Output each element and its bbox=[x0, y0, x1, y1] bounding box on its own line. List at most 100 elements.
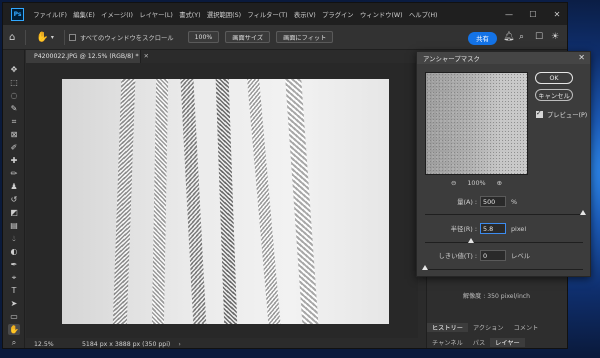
rope-strand bbox=[284, 79, 320, 324]
tab-layers[interactable]: レイヤー bbox=[490, 338, 525, 347]
path-select-tool-icon[interactable]: ➤ bbox=[8, 298, 20, 309]
radius-input[interactable] bbox=[480, 223, 506, 234]
pen-anchor-tool-icon[interactable]: ⌖ bbox=[8, 272, 20, 283]
menu-image[interactable]: イメージ(I) bbox=[98, 10, 136, 19]
tab-comments[interactable]: コメント bbox=[509, 323, 544, 332]
status-document-info: 5184 px x 3888 px (350 ppi) bbox=[82, 340, 171, 348]
gradient-tool-icon[interactable]: ▤ bbox=[8, 220, 20, 231]
threshold-input[interactable] bbox=[480, 250, 506, 261]
ok-button[interactable]: OK bbox=[535, 72, 573, 84]
fill-screen-button[interactable]: 画面にフィット bbox=[276, 31, 334, 43]
menu-filter[interactable]: フィルター(T) bbox=[244, 10, 291, 19]
menu-window[interactable]: ウィンドウ(W) bbox=[357, 10, 406, 19]
status-bar: 12.5% 5184 px x 3888 px (350 ppi) › bbox=[26, 338, 426, 348]
radius-row: 半径(R) : pixel bbox=[417, 223, 592, 234]
rope-strand bbox=[246, 79, 282, 324]
rope-strand bbox=[215, 79, 238, 324]
blur-tool-icon[interactable]: 💧︎ bbox=[8, 233, 20, 244]
threshold-slider-thumb[interactable] bbox=[422, 265, 428, 270]
panel-tabs-layers: チャンネル パス レイヤー bbox=[427, 338, 525, 347]
lightbulb-icon[interactable]: ☀ bbox=[551, 32, 559, 42]
menu-type[interactable]: 書式(Y) bbox=[176, 10, 204, 19]
type-tool-icon[interactable]: T bbox=[8, 285, 20, 296]
hand-tool-icon[interactable]: ✋ bbox=[8, 324, 20, 335]
brush-tool-icon[interactable]: ✏ bbox=[8, 168, 20, 179]
status-menu-arrow-icon[interactable]: › bbox=[178, 341, 180, 348]
amount-slider[interactable] bbox=[425, 214, 583, 215]
menu-view[interactable]: 表示(V) bbox=[291, 10, 319, 19]
menu-layer[interactable]: レイヤー(L) bbox=[136, 10, 176, 19]
preview-checkbox-row[interactable]: プレビュー(P) bbox=[536, 109, 588, 119]
move-tool-icon[interactable]: ✥ bbox=[8, 64, 20, 75]
preview-noise-texture bbox=[426, 73, 527, 174]
photoshop-logo-icon: Ps bbox=[11, 7, 24, 21]
hand-tool-icon[interactable]: ✋ bbox=[36, 32, 48, 43]
healing-brush-tool-icon[interactable]: ✚ bbox=[8, 155, 20, 166]
close-tab-icon[interactable]: ✕ bbox=[144, 53, 149, 60]
preview-checkbox[interactable] bbox=[536, 109, 543, 118]
document-tab[interactable]: P4200022.JPG @ 12.5% (RGB/8) * ✕ bbox=[26, 50, 149, 63]
canvas-area[interactable] bbox=[26, 63, 418, 338]
menu-select[interactable]: 選択範囲(S) bbox=[204, 10, 244, 19]
tab-actions[interactable]: アクション bbox=[468, 323, 509, 332]
bell-icon[interactable]: 🔔︎ bbox=[503, 32, 514, 42]
scroll-all-checkbox[interactable] bbox=[68, 33, 76, 41]
menu-edit[interactable]: 編集(E) bbox=[70, 10, 98, 19]
amount-unit: % bbox=[511, 197, 518, 206]
home-icon[interactable]: ⌂ bbox=[9, 32, 15, 43]
properties-panel: 解像度 : 350 pixel/inch ヒストリー アクション コメント チャ… bbox=[426, 265, 567, 348]
share-button[interactable]: 共有 bbox=[468, 32, 497, 45]
preview-zoom-level: 100% bbox=[467, 179, 486, 187]
fit-screen-button[interactable]: 画面サイズ bbox=[225, 31, 271, 43]
resolution-text: 解像度 : 350 pixel/inch bbox=[463, 293, 531, 300]
radius-slider-thumb[interactable] bbox=[467, 238, 474, 243]
menu-help[interactable]: ヘルプ(H) bbox=[406, 10, 441, 19]
eyedropper-tool-icon[interactable]: ✐ bbox=[8, 142, 20, 153]
amount-slider-thumb[interactable] bbox=[580, 210, 586, 215]
panel-tabs-history: ヒストリー アクション コメント bbox=[427, 323, 543, 332]
history-brush-tool-icon[interactable]: ↺ bbox=[8, 194, 20, 205]
workspace-icon[interactable]: ☐ bbox=[535, 32, 543, 42]
quick-select-tool-icon[interactable]: ✎ bbox=[8, 103, 20, 114]
maximize-button[interactable]: ☐ bbox=[521, 3, 545, 25]
tab-channels[interactable]: チャンネル bbox=[427, 338, 468, 347]
zoom-in-icon[interactable]: ⊕ bbox=[497, 179, 502, 187]
dialog-title: アンシャープマスク bbox=[423, 54, 480, 63]
clone-stamp-tool-icon[interactable]: ♟ bbox=[8, 181, 20, 192]
zoom-out-icon[interactable]: ⊖ bbox=[451, 179, 456, 187]
radius-slider[interactable] bbox=[425, 242, 583, 243]
zoom-tool-icon[interactable]: ⌕ bbox=[8, 337, 20, 348]
rectangle-tool-icon[interactable]: ▭ bbox=[8, 311, 20, 322]
crop-tool-icon[interactable]: ⌗ bbox=[8, 116, 20, 127]
menu-file[interactable]: ファイル(F) bbox=[30, 10, 70, 19]
amount-label: 量(A) : bbox=[457, 198, 477, 206]
rope-strand bbox=[151, 79, 169, 324]
marquee-tool-icon[interactable]: ⬚ bbox=[8, 77, 20, 88]
eraser-tool-icon[interactable]: ◩ bbox=[8, 207, 20, 218]
status-zoom-level[interactable]: 12.5% bbox=[34, 341, 62, 348]
pen-tool-icon[interactable]: ✒ bbox=[8, 259, 20, 270]
dialog-close-icon[interactable]: ✕ bbox=[578, 53, 585, 62]
tab-paths[interactable]: パス bbox=[468, 338, 490, 347]
zoom-100-button[interactable]: 100% bbox=[187, 31, 220, 43]
document-tab-title: P4200022.JPG @ 12.5% (RGB/8) * bbox=[34, 53, 139, 60]
search-icon[interactable]: ⌕ bbox=[519, 32, 524, 42]
close-button[interactable]: ✕ bbox=[545, 3, 567, 25]
lasso-tool-icon[interactable]: ◌ bbox=[8, 90, 20, 101]
threshold-unit: レベル bbox=[511, 252, 531, 260]
frame-tool-icon[interactable]: ⊠ bbox=[8, 129, 20, 140]
tool-preset-dropdown-icon[interactable]: ▾ bbox=[51, 34, 54, 41]
unsharp-mask-dialog: アンシャープマスク ✕ ⊖ 100% ⊕ OK キャンセル プレビュー(P) 量… bbox=[416, 51, 591, 277]
radius-unit: pixel bbox=[511, 224, 527, 233]
minimize-button[interactable]: — bbox=[497, 3, 521, 25]
dialog-title-bar[interactable]: アンシャープマスク ✕ bbox=[417, 52, 590, 64]
threshold-slider[interactable] bbox=[425, 269, 583, 270]
tab-history[interactable]: ヒストリー bbox=[427, 323, 468, 332]
menu-plugins[interactable]: プラグイン bbox=[319, 10, 357, 19]
amount-row: 量(A) : % bbox=[417, 196, 592, 207]
cancel-button[interactable]: キャンセル bbox=[535, 89, 573, 101]
amount-input[interactable] bbox=[480, 196, 506, 207]
preview-label: プレビュー(P) bbox=[547, 112, 588, 119]
dodge-tool-icon[interactable]: ◐ bbox=[8, 246, 20, 257]
filter-preview-image[interactable] bbox=[425, 72, 528, 175]
